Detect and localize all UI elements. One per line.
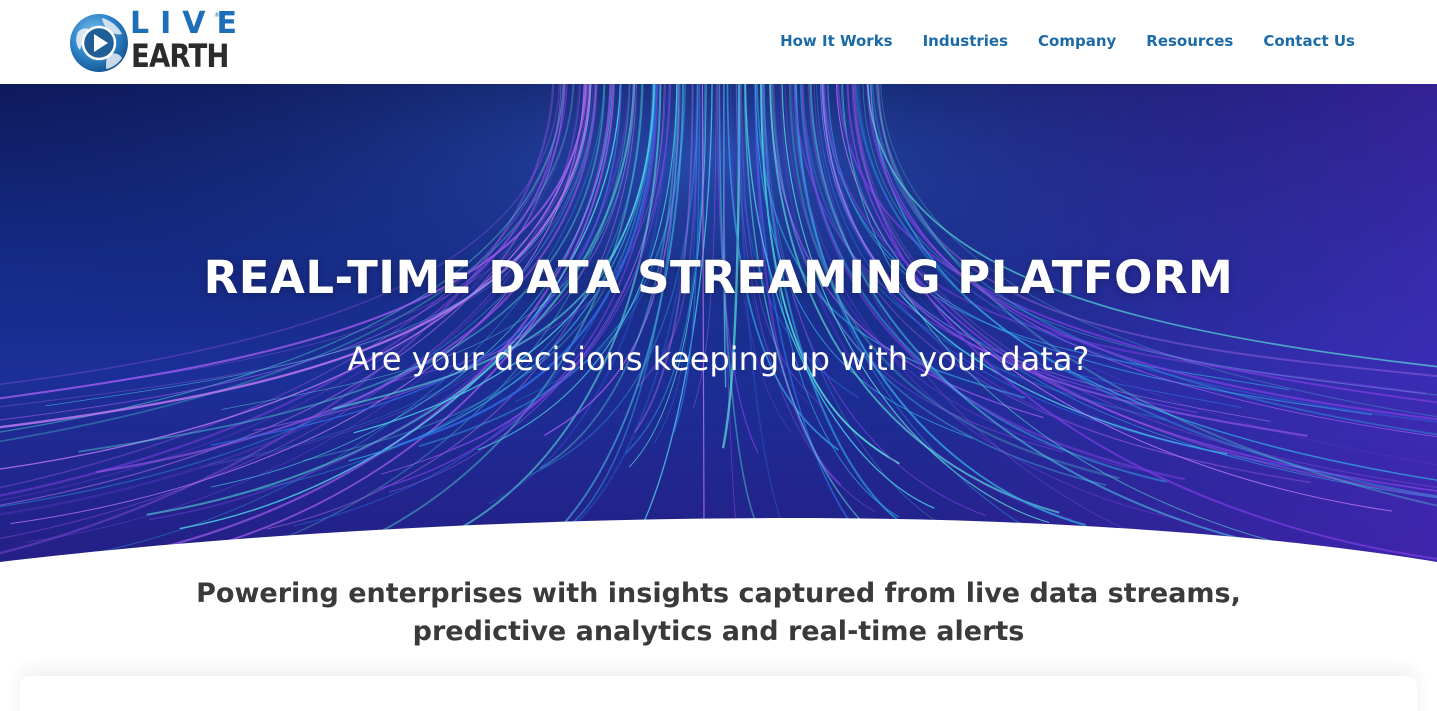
tagline-line-2: predictive analytics and real-time alert… bbox=[412, 616, 1025, 647]
site-header: LIVE ® EARTH How It Works Industries Com… bbox=[0, 0, 1437, 84]
hero-streaks-background bbox=[0, 84, 1437, 564]
tagline: Powering enterprises with insights captu… bbox=[0, 575, 1437, 651]
nav-industries[interactable]: Industries bbox=[923, 31, 1008, 51]
globe-play-icon bbox=[70, 14, 128, 72]
logo-word-earth: EARTH bbox=[131, 37, 229, 75]
tagline-line-1: Powering enterprises with insights captu… bbox=[196, 578, 1241, 609]
nav-contact-us[interactable]: Contact Us bbox=[1263, 31, 1355, 51]
hero-title: REAL-TIME DATA STREAMING PLATFORM bbox=[203, 251, 1234, 304]
nav-company[interactable]: Company bbox=[1038, 31, 1116, 51]
hero-subtitle: Are your decisions keeping up with your … bbox=[347, 340, 1090, 378]
logo-trademark: ® bbox=[214, 12, 220, 19]
nav-how-it-works[interactable]: How It Works bbox=[780, 31, 893, 51]
hero-banner: REAL-TIME DATA STREAMING PLATFORM Are yo… bbox=[0, 84, 1437, 564]
logo-word-live: LIVE bbox=[130, 6, 248, 41]
live-earth-logo[interactable]: LIVE ® EARTH bbox=[68, 8, 237, 75]
nav-resources[interactable]: Resources bbox=[1146, 31, 1233, 51]
main-nav: How It Works Industries Company Resource… bbox=[780, 31, 1355, 51]
hero-bottom-curve bbox=[0, 518, 1437, 574]
content-card-top bbox=[20, 676, 1417, 711]
